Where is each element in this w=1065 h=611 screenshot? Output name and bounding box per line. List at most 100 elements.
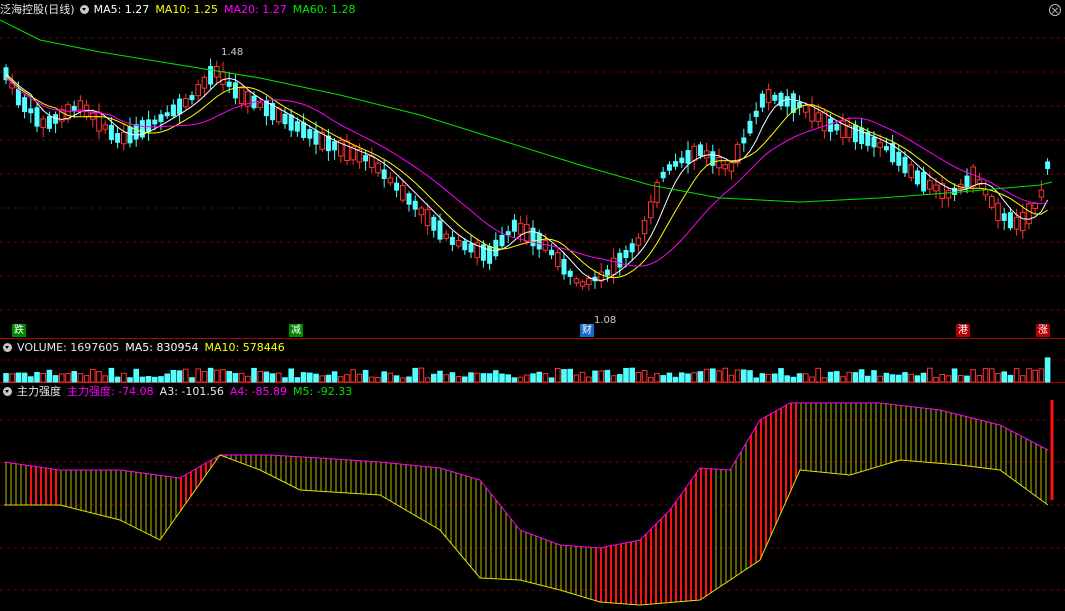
volume-bar (666, 372, 673, 383)
candle-body (555, 252, 561, 268)
volume-bar (195, 368, 201, 383)
candle-body (765, 89, 772, 103)
volume-bar (635, 371, 642, 383)
candle-body (462, 240, 468, 251)
volume-header: VOLUME: 1697605 MA5: 830954 MA10: 578446 (0, 339, 291, 355)
volume-bar (9, 373, 15, 383)
volume-bar (375, 376, 381, 383)
candle-body (747, 120, 753, 134)
event-marker-zhang[interactable]: 涨 (1036, 324, 1050, 337)
volume-bar (226, 370, 232, 383)
event-marker-die[interactable]: 跌 (12, 324, 26, 337)
dropdown-icon[interactable] (3, 386, 12, 396)
indicator-a3-value: A3: -101.56 (159, 384, 224, 398)
volume-bar (499, 373, 505, 383)
stock-title[interactable]: 泛海控股(日线) (0, 1, 75, 17)
volume-bar (276, 372, 282, 383)
event-marker-gang[interactable]: 港 (956, 324, 970, 337)
indicator-a4-value: A4: -85.89 (229, 384, 288, 398)
volume-bar (858, 369, 865, 383)
candle-body (400, 185, 406, 201)
candle-body (108, 124, 114, 140)
volume-bar (697, 371, 704, 383)
volume-bar (1026, 368, 1032, 383)
volume-bar (703, 368, 710, 383)
volume-bar (251, 367, 257, 383)
candle-body (164, 112, 170, 117)
volume-bar (164, 373, 170, 383)
volume-bar (908, 373, 915, 383)
volume-bar (976, 374, 983, 383)
candle-body (394, 182, 400, 191)
candle-body (927, 180, 933, 190)
volume-bar (759, 373, 766, 383)
volume-bar (480, 373, 487, 383)
volume-bar (15, 372, 22, 383)
volume-bar (338, 376, 344, 383)
candle-body (1007, 212, 1013, 229)
volume-ma10: MA10: 578446 (204, 340, 285, 354)
candle-body (146, 119, 152, 132)
volume-bar (902, 372, 908, 383)
dropdown-icon[interactable] (3, 342, 12, 352)
candle-body (499, 234, 505, 247)
volume-bar (468, 372, 474, 383)
volume-bar (59, 373, 65, 383)
candle-body (96, 111, 102, 132)
candle-body (741, 137, 747, 144)
event-marker-cai[interactable]: 财 (580, 324, 594, 337)
candle-body (375, 162, 381, 174)
close-icon[interactable] (1049, 4, 1061, 16)
candle-body (536, 232, 542, 250)
candle-body (945, 189, 952, 199)
volume-bar (827, 371, 834, 383)
candle-body (257, 102, 263, 108)
volume-bar (796, 373, 803, 383)
candle-body (871, 136, 877, 148)
volume-bar (958, 375, 964, 383)
volume-bar (71, 371, 78, 383)
candle-body (728, 162, 735, 172)
candle-body (71, 105, 77, 111)
volume-bar (672, 376, 679, 383)
candle-body (617, 252, 623, 268)
candle-body (195, 84, 201, 97)
volume-bar (927, 367, 933, 383)
candle-body (282, 113, 288, 125)
stock-chart-canvas[interactable] (0, 0, 1065, 611)
candle-body (363, 155, 369, 162)
volume-bar (486, 373, 493, 383)
candle-body (369, 155, 375, 168)
candle-body (629, 243, 635, 253)
candle-body (908, 164, 915, 179)
volume-bar (319, 375, 325, 383)
volume-bar (28, 376, 34, 383)
volume-bar (840, 376, 846, 383)
indicator-name[interactable]: 主力强度 (17, 383, 61, 399)
volume-bar (1038, 368, 1045, 383)
volume-bar (790, 376, 797, 383)
volume-bar (381, 371, 387, 383)
candle-body (288, 114, 294, 131)
volume-bar (121, 372, 127, 383)
volume-bar (307, 372, 313, 383)
candle-body (332, 141, 338, 151)
volume-bar (548, 377, 555, 383)
dropdown-icon[interactable] (79, 4, 89, 14)
volume-bar (1001, 371, 1008, 383)
volume-bar (40, 373, 47, 383)
volume-bar (685, 373, 691, 383)
volume-bar (511, 377, 518, 383)
volume-bar (710, 368, 716, 383)
candle-body (834, 124, 840, 131)
volume-bar (46, 369, 53, 383)
volume-bar (462, 376, 468, 383)
candle-body (189, 95, 195, 101)
volume-bar (734, 369, 741, 383)
volume-bar (573, 374, 580, 383)
volume-bar (896, 374, 902, 383)
candle-body (648, 201, 654, 219)
event-marker-jian[interactable]: 减 (289, 324, 303, 337)
volume-bar (238, 372, 245, 383)
volume-bar (505, 374, 511, 383)
